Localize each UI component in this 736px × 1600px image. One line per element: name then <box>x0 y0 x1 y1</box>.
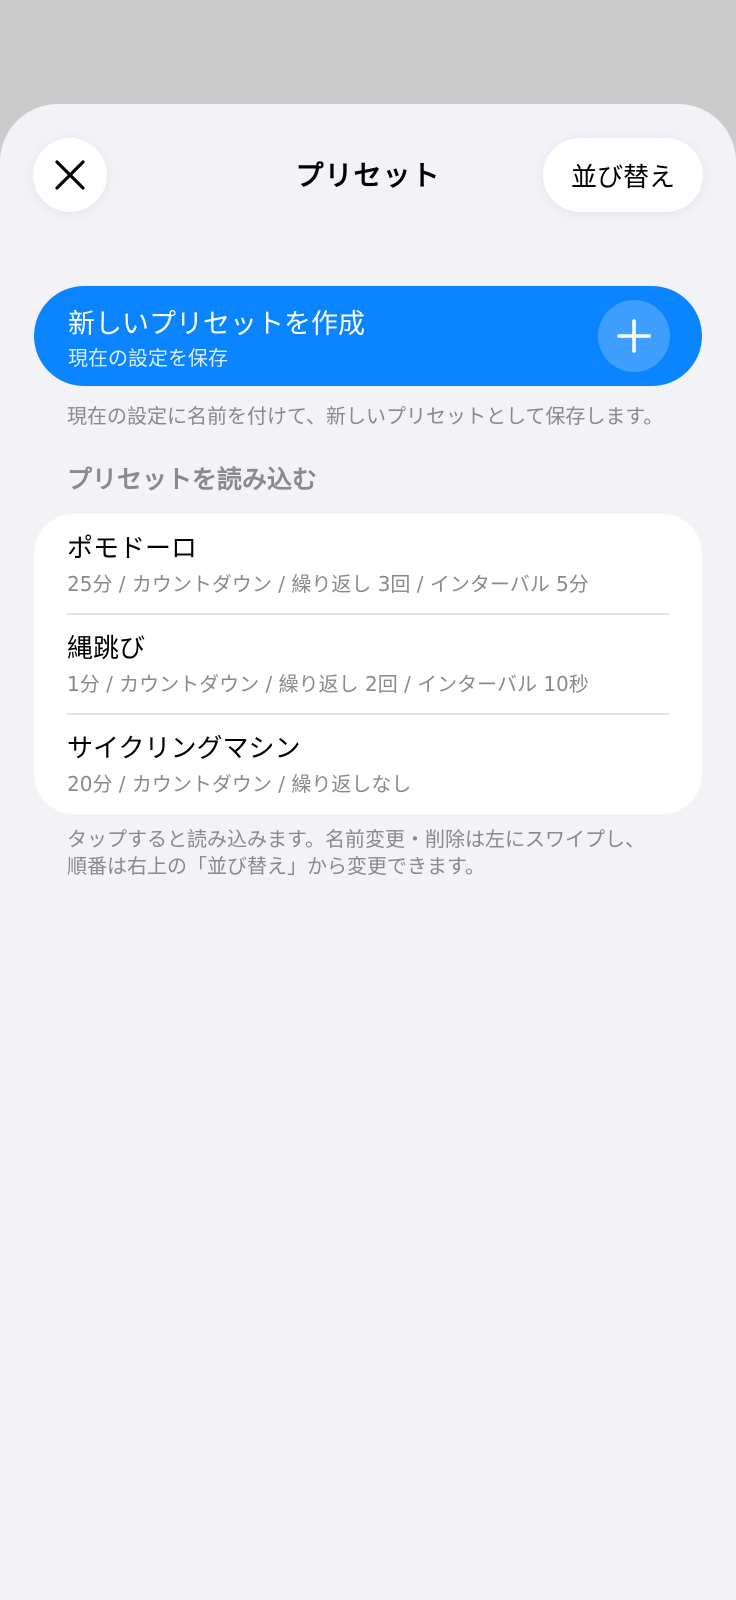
preset-detail: 20分 / カウントダウン / 繰り返しなし <box>67 772 412 796</box>
footnote-line-2: 順番は右上の「並び替え」から変更できます。 <box>67 854 485 878</box>
load-section-footnote: タップすると読み込みます。名前変更・削除は左にスワイプし、 順番は右上の「並び替… <box>67 826 687 880</box>
load-section-header: プリセットを読み込む <box>67 465 318 494</box>
list-item[interactable]: ポモドーロ 25分 / カウントダウン / 繰り返し 3回 / インターバル 5… <box>34 514 702 614</box>
reorder-button[interactable]: 並び替え <box>543 138 703 212</box>
preset-name: ポモドーロ <box>67 534 198 564</box>
create-preset-title: 新しいプリセットを作成 <box>68 309 365 340</box>
create-preset-button[interactable]: 新しいプリセットを作成 現在の設定を保存 <box>34 286 702 386</box>
preset-name: サイクリングマシン <box>67 734 301 764</box>
preset-detail: 25分 / カウントダウン / 繰り返し 3回 / インターバル 5分 <box>67 572 589 596</box>
create-preset-footnote: 現在の設定に名前を付けて、新しいプリセットとして保存します。 <box>67 404 664 428</box>
list-item[interactable]: サイクリングマシン 20分 / カウントダウン / 繰り返しなし <box>34 714 702 814</box>
footnote-line-1: タップすると読み込みます。名前変更・削除は左にスワイプし、 <box>67 827 645 851</box>
list-item[interactable]: 縄跳び 1分 / カウントダウン / 繰り返し 2回 / インターバル 10秒 <box>34 614 702 714</box>
preset-name: 縄跳び <box>67 634 146 664</box>
plus-icon-container <box>598 300 670 372</box>
preset-list: ポモドーロ 25分 / カウントダウン / 繰り返し 3回 / インターバル 5… <box>34 514 702 814</box>
plus-icon <box>617 319 651 353</box>
create-preset-subtitle: 現在の設定を保存 <box>68 346 228 370</box>
preset-detail: 1分 / カウントダウン / 繰り返し 2回 / インターバル 10秒 <box>67 672 589 696</box>
presets-sheet: プリセット 並び替え 新しいプリセットを作成 現在の設定を保存 現在の設定に名前… <box>0 104 736 1600</box>
